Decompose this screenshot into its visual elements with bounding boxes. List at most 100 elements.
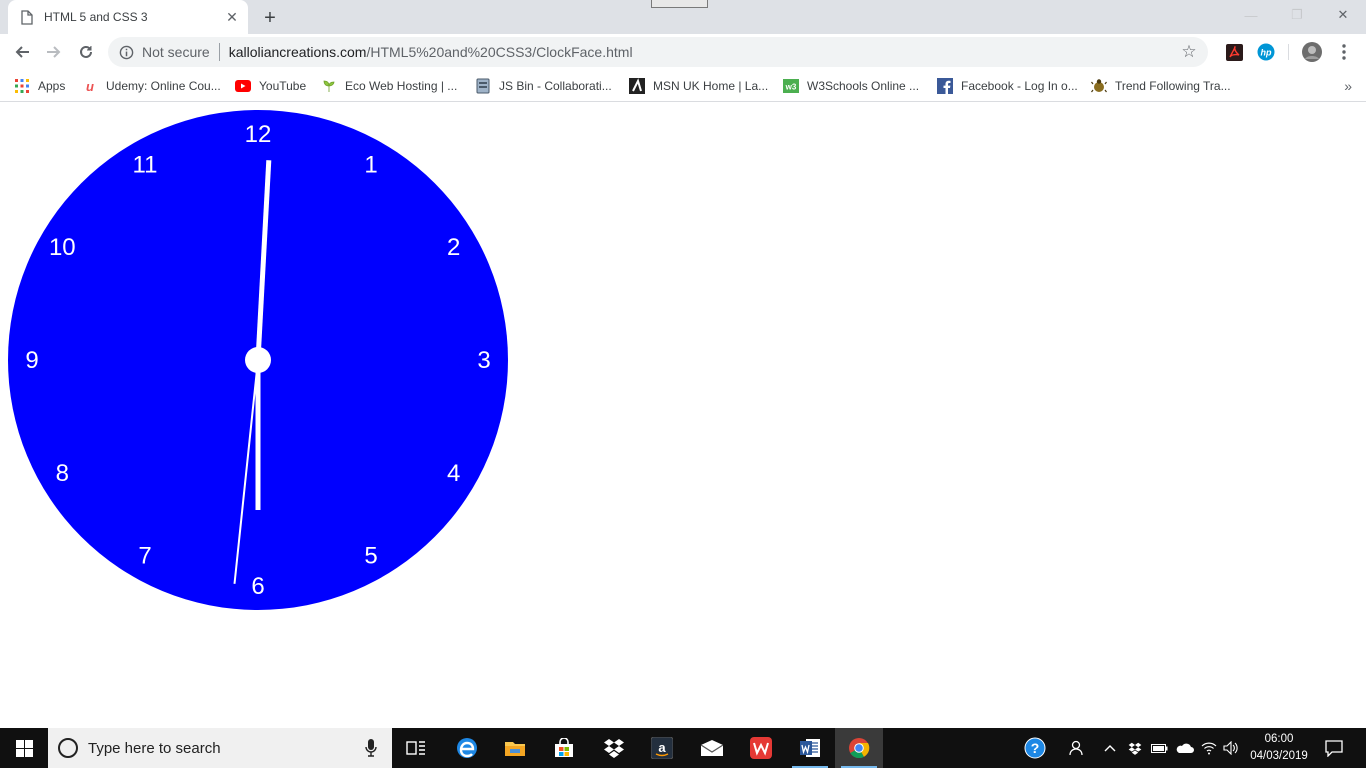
menu-kebab-icon[interactable] [1334,42,1354,62]
battery-icon[interactable] [1148,728,1170,768]
mail-icon [700,740,724,756]
clock-numeral-3: 3 [477,347,490,374]
bookmark-label: Trend Following Tra... [1115,79,1231,93]
apps-grid-icon [14,78,30,94]
bookmark-youtube[interactable]: YouTube [235,76,306,96]
clock-numeral-7: 7 [138,543,151,570]
search-placeholder: Type here to search [88,739,221,757]
reload-button[interactable] [72,38,100,66]
address-divider [218,43,220,61]
bookmarks-bar: Apps u Udemy: Online Cou... YouTube Eco … [0,70,1366,102]
youtube-icon [235,78,251,94]
browser-tab[interactable]: HTML 5 and CSS 3 ✕ [8,0,248,34]
edge-icon [457,738,477,758]
clock-numeral-1: 1 [364,151,377,178]
trend-following-icon [1091,78,1107,94]
onedrive-cloud-icon[interactable] [1172,728,1196,768]
forward-button[interactable] [40,38,68,66]
minimize-button[interactable]: — [1228,0,1274,30]
action-center-button[interactable] [1316,728,1352,768]
dropbox-tray-icon[interactable] [1124,728,1146,768]
clock-center-pin [245,347,271,373]
bookmark-msn[interactable]: MSN UK Home | La... [629,76,768,96]
store-bag-icon [555,738,573,757]
security-status[interactable]: Not secure [142,44,210,60]
start-button[interactable] [0,728,48,768]
clock-numeral-5: 5 [364,543,377,570]
mail-taskbar-button[interactable] [688,728,736,768]
svg-text:?: ? [1031,740,1040,756]
svg-text:hp: hp [1261,48,1272,58]
task-view-button[interactable] [392,728,440,768]
msn-icon [629,78,645,94]
bookmark-star-icon[interactable]: ☆ [1180,43,1198,61]
toolbar-divider [1288,44,1289,60]
store-taskbar-button[interactable] [540,728,588,768]
taskbar-date: 04/03/2019 [1250,750,1308,762]
new-tab-button[interactable]: + [258,6,282,30]
tab-strip: HTML 5 and CSS 3 ✕ + — ❐ ✕ [0,0,1366,34]
people-tray-button[interactable] [1060,728,1090,768]
svg-text:a: a [658,740,666,755]
back-button[interactable] [8,38,36,66]
windows-logo-icon [15,739,33,757]
profile-avatar[interactable] [1302,42,1322,62]
window-drag-handle[interactable] [651,0,708,8]
clock-numeral-6: 6 [251,573,264,600]
page-viewport: 12 1 2 3 4 5 6 7 8 9 10 11 [0,103,1366,728]
show-hidden-icons-chevron-icon[interactable] [1100,728,1120,768]
address-bar[interactable]: Not secure kalloliancreations.com /HTML5… [108,37,1208,67]
bookmark-label: YouTube [259,79,307,93]
chrome-taskbar-button[interactable] [835,728,883,768]
edge-taskbar-button[interactable] [443,728,491,768]
wps-office-taskbar-button[interactable] [737,728,785,768]
taskbar-clock[interactable]: 06:00 04/03/2019 [1244,731,1314,765]
more-bookmarks-chevron-icon[interactable]: » [1344,78,1352,94]
bookmark-label: W3Schools Online ... [807,79,920,93]
clock-numeral-4: 4 [447,460,460,487]
bookmark-eco-hosting[interactable]: Eco Web Hosting | ... [321,76,457,96]
browser-toolbar: Not secure kalloliancreations.com /HTML5… [0,34,1366,70]
help-tray-button[interactable]: ? [1018,728,1052,768]
volume-icon[interactable] [1220,728,1242,768]
bookmark-udemy[interactable]: u Udemy: Online Cou... [82,76,221,96]
acrobat-extension-icon[interactable] [1224,42,1244,62]
taskbar-search-box[interactable]: Type here to search [48,728,392,768]
bookmark-w3schools[interactable]: w3 W3Schools Online ... [783,76,919,96]
clock-numeral-10: 10 [49,234,76,261]
clock-numeral-9: 9 [25,347,38,374]
people-icon [1069,740,1083,756]
url-path[interactable]: /HTML5%20and%20CSS3/ClockFace.html [366,44,632,60]
close-window-button[interactable]: ✕ [1320,0,1366,30]
clock-numeral-2: 2 [447,234,460,261]
bookmark-jsbin[interactable]: JS Bin - Collaborati... [475,76,612,96]
info-icon[interactable] [118,44,134,60]
bookmark-label: Eco Web Hosting | ... [345,79,458,93]
bookmark-apps[interactable]: Apps [14,76,65,96]
bookmark-facebook[interactable]: Facebook - Log In o... [937,76,1078,96]
hp-extension-icon[interactable]: hp [1256,42,1276,62]
windows-taskbar: Type here to search a ? 06:00 04/03/2019 [0,728,1366,768]
bookmark-label: MSN UK Home | La... [653,79,769,93]
dropbox-icon [604,739,624,758]
word-taskbar-button[interactable] [786,728,834,768]
svg-text:w3: w3 [785,83,797,92]
clock-face: 121234567891011 [8,110,508,610]
clock-numeral-8: 8 [56,460,69,487]
back-arrow-icon [15,46,29,58]
bookmark-label: JS Bin - Collaborati... [499,79,612,93]
bookmark-trend-following[interactable]: Trend Following Tra... [1091,76,1231,96]
reload-icon [80,45,92,58]
url-host[interactable]: kalloliancreations.com [229,44,367,60]
amazon-icon: a [651,737,673,759]
wifi-icon[interactable] [1198,728,1220,768]
amazon-taskbar-button[interactable]: a [638,728,686,768]
file-explorer-taskbar-button[interactable] [491,728,539,768]
forward-arrow-icon [47,46,61,58]
w3schools-icon: w3 [783,78,799,94]
tab-close-icon[interactable]: ✕ [222,7,242,27]
chrome-icon [849,738,870,759]
dropbox-taskbar-button[interactable] [590,728,638,768]
restore-button[interactable]: ❐ [1274,0,1320,30]
microphone-icon[interactable] [360,737,382,759]
